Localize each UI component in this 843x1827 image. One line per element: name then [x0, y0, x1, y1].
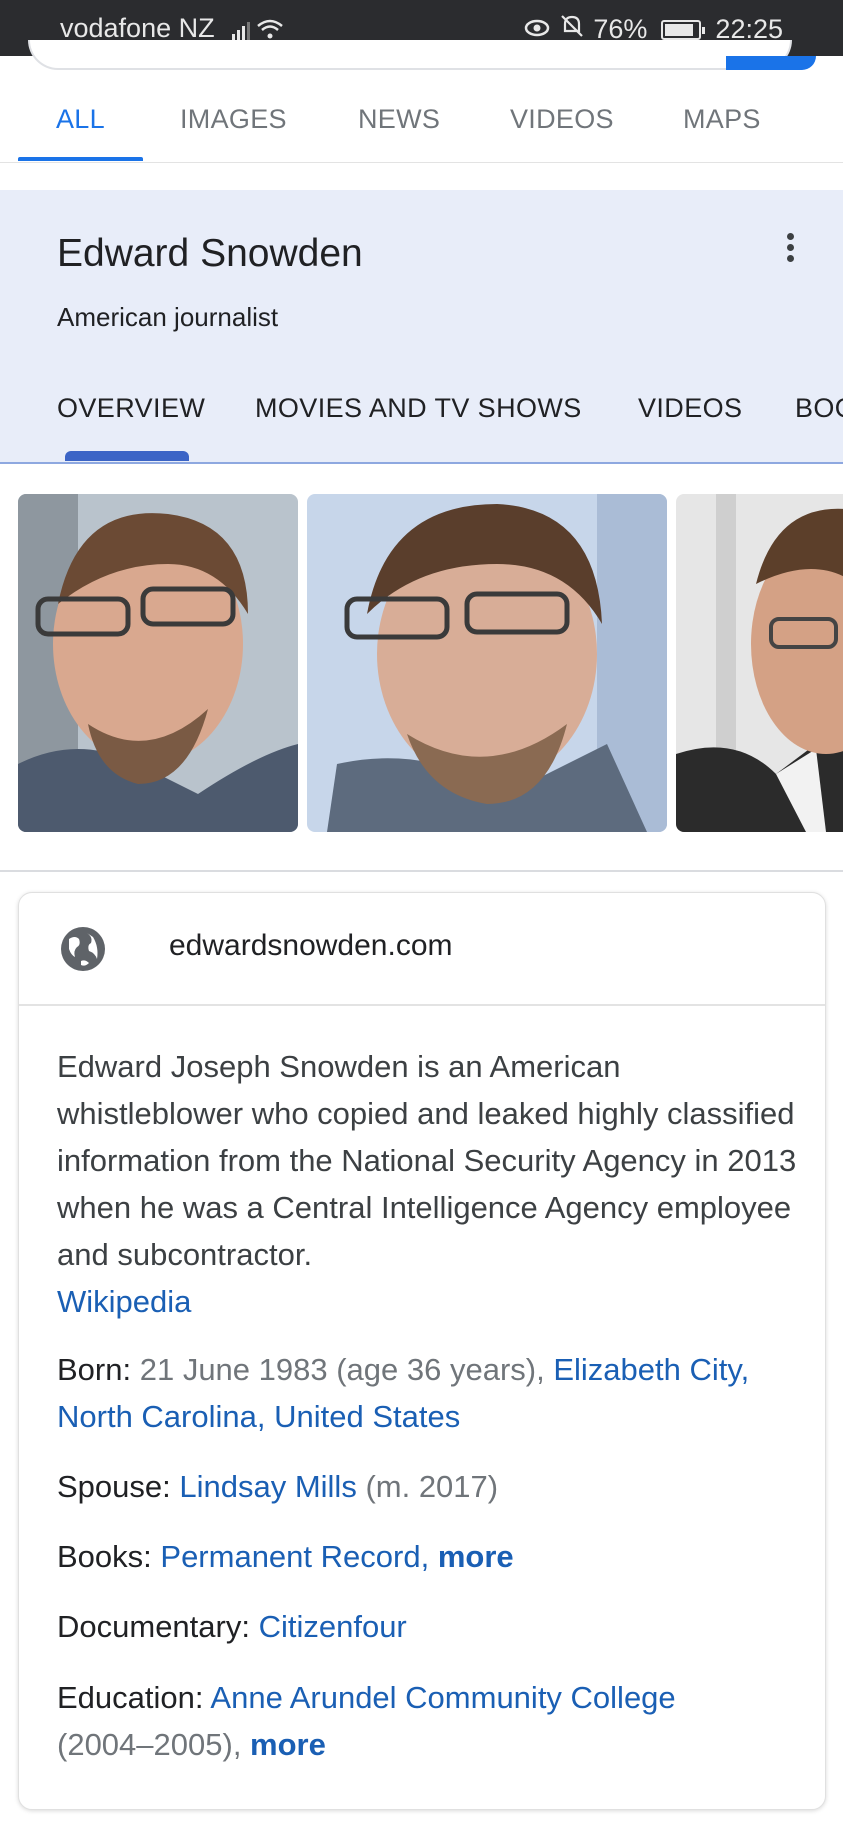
education-label: Education: — [57, 1680, 211, 1715]
more-options-icon[interactable] — [775, 230, 805, 270]
kp-tab-books[interactable]: BOO — [795, 393, 843, 424]
active-tab-indicator — [18, 157, 143, 161]
books-more-link[interactable]: more — [438, 1539, 514, 1574]
documentary-label: Documentary: — [57, 1609, 259, 1644]
description-text: Edward Joseph Snowden is an American whi… — [57, 1049, 797, 1272]
image-carousel[interactable] — [0, 494, 843, 834]
portrait-photo-3[interactable] — [676, 494, 843, 832]
entity-title: Edward Snowden — [57, 232, 363, 275]
education-link[interactable]: Anne Arundel Community College — [210, 1680, 675, 1715]
documentary-link[interactable]: Citizenfour — [259, 1609, 407, 1644]
spouse-link[interactable]: Lindsay Mills — [179, 1469, 356, 1504]
wikipedia-link[interactable]: Wikipedia — [57, 1284, 191, 1319]
website-link[interactable]: edwardsnowden.com — [169, 929, 453, 963]
entity-subtitle: American journalist — [57, 302, 279, 332]
born-label: Born: — [57, 1352, 140, 1387]
website-row[interactable]: edwardsnowden.com — [19, 893, 825, 1006]
kp-active-tab-indicator — [65, 451, 189, 461]
tab-videos[interactable]: VIDEOS — [510, 104, 614, 135]
fact-education: Education: Anne Arundel Community Colleg… — [57, 1674, 797, 1768]
search-box[interactable] — [28, 40, 792, 70]
books-label: Books: — [57, 1539, 161, 1574]
portrait-photo-1[interactable] — [18, 494, 298, 832]
fact-documentary: Documentary: Citizenfour — [57, 1603, 797, 1650]
search-tabs: ALL IMAGES NEWS VIDEOS MAPS — [0, 70, 843, 163]
tab-news[interactable]: NEWS — [358, 104, 440, 135]
knowledge-panel-header: Edward Snowden American journalist OVERV… — [0, 190, 843, 464]
search-button[interactable] — [726, 56, 816, 70]
tab-maps[interactable]: MAPS — [683, 104, 761, 135]
section-divider — [0, 870, 843, 872]
tab-all[interactable]: ALL — [56, 104, 105, 135]
born-value: 21 June 1983 (age 36 years), — [139, 1352, 554, 1387]
fact-spouse: Spouse: Lindsay Mills (m. 2017) — [57, 1463, 797, 1510]
kp-tab-movies-tv[interactable]: MOVIES AND TV SHOWS — [255, 393, 582, 424]
entity-description: Edward Joseph Snowden is an American whi… — [57, 1043, 797, 1325]
fact-born: Born: 21 June 1983 (age 36 years), Eliza… — [57, 1346, 797, 1440]
info-card: edwardsnowden.com Edward Joseph Snowden … — [18, 892, 826, 1810]
kp-tab-overview[interactable]: OVERVIEW — [57, 393, 205, 424]
tab-images[interactable]: IMAGES — [180, 104, 287, 135]
book-link[interactable]: Permanent Record, — [160, 1539, 437, 1574]
kp-tab-videos[interactable]: VIDEOS — [638, 393, 742, 424]
portrait-photo-2[interactable] — [307, 494, 667, 832]
spouse-value: (m. 2017) — [356, 1469, 499, 1504]
battery-icon — [661, 19, 706, 40]
fact-books: Books: Permanent Record, more — [57, 1533, 797, 1580]
education-more-link[interactable]: more — [250, 1727, 326, 1762]
education-value: (2004–2005), — [57, 1727, 251, 1762]
spouse-label: Spouse: — [57, 1469, 180, 1504]
globe-icon — [61, 927, 105, 971]
